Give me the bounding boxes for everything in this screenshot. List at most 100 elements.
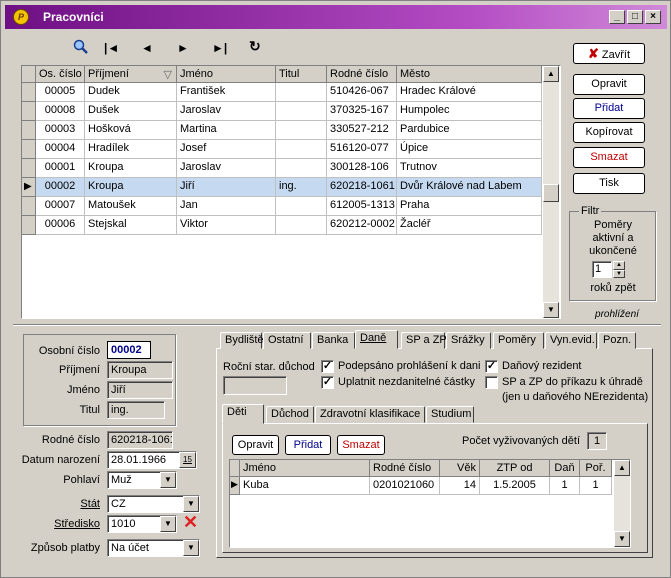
children-scrollbar[interactable]: ▲ ▼: [614, 460, 630, 547]
grid-cell[interactable]: 00002: [36, 178, 85, 197]
tab-1[interactable]: Bydliště: [220, 332, 264, 349]
rocni-field[interactable]: [223, 376, 287, 395]
uplatnit-checkbox[interactable]: ✓: [321, 376, 334, 389]
grid-cell[interactable]: 00008: [36, 102, 85, 121]
subtab-1[interactable]: Děti: [222, 404, 264, 424]
grid-cell[interactable]: Žacléř: [397, 216, 542, 235]
child-cell[interactable]: Kuba: [240, 477, 370, 495]
close-button[interactable]: ✘ Zavřít: [573, 43, 645, 64]
col-header-titul[interactable]: Titul: [276, 66, 327, 83]
child-cell[interactable]: 1: [580, 477, 612, 495]
grid-cell[interactable]: [276, 216, 327, 235]
add-button[interactable]: Přidat: [573, 98, 645, 119]
child-col-ztp[interactable]: ZTP od: [480, 460, 550, 477]
tab-3[interactable]: Banka: [312, 332, 355, 349]
grid-cell[interactable]: Trutnov: [397, 159, 542, 178]
row-selector[interactable]: [22, 102, 36, 121]
chevron-down-icon[interactable]: ▼: [160, 472, 176, 488]
grid-cell[interactable]: Jan: [177, 197, 276, 216]
grid-cell[interactable]: Kroupa: [85, 178, 177, 197]
child-cell[interactable]: 1: [550, 477, 580, 495]
years-input[interactable]: 1: [592, 261, 612, 278]
subtab-2[interactable]: Důchod: [266, 406, 314, 423]
col-header-rodne-cislo[interactable]: Rodné číslo: [327, 66, 397, 83]
grid-cell[interactable]: Viktor: [177, 216, 276, 235]
print-button[interactable]: Tisk: [573, 173, 645, 194]
grid-cell[interactable]: 370325-167: [327, 102, 397, 121]
grid-cell[interactable]: ing.: [276, 178, 327, 197]
child-cell[interactable]: 14: [440, 477, 480, 495]
row-selector[interactable]: [22, 159, 36, 178]
tab-5[interactable]: SP a ZP: [401, 332, 447, 349]
grid-cell[interactable]: Josef: [177, 140, 276, 159]
tab-6[interactable]: Srážky: [446, 332, 491, 349]
child-cell[interactable]: 1.5.2005: [480, 477, 550, 495]
grid-cell[interactable]: [276, 83, 327, 102]
col-header-prijmeni[interactable]: Příjmení ▽: [85, 66, 177, 83]
grid-cell[interactable]: 330527-212: [327, 121, 397, 140]
refresh-icon[interactable]: ↻: [249, 38, 261, 55]
scroll-down-icon[interactable]: ▼: [614, 531, 630, 547]
grid-cell[interactable]: 00003: [36, 121, 85, 140]
grid-cell[interactable]: 516120-077: [327, 140, 397, 159]
grid-cell[interactable]: 510426-067: [327, 83, 397, 102]
grid-cell[interactable]: 00006: [36, 216, 85, 235]
child-col-vek[interactable]: Věk: [440, 460, 480, 477]
subtab-4[interactable]: Studium: [426, 406, 474, 423]
grid-cell[interactable]: Kroupa: [85, 159, 177, 178]
delete-button[interactable]: Smazat: [573, 147, 645, 168]
grid-cell[interactable]: Jiří: [177, 178, 276, 197]
grid-cell[interactable]: Hradec Králové: [397, 83, 542, 102]
rodne-cislo-field[interactable]: 620218-1061: [107, 431, 173, 449]
prev-record-icon[interactable]: ◄: [141, 41, 153, 55]
calendar-icon[interactable]: 15: [179, 452, 196, 468]
scroll-up-icon[interactable]: ▲: [543, 66, 559, 82]
tab-7[interactable]: Poměry: [493, 332, 544, 349]
tab-8[interactable]: Vyn.evid.: [545, 332, 597, 349]
grid-cell[interactable]: Dušek: [85, 102, 177, 121]
col-header-jmeno[interactable]: Jméno: [177, 66, 276, 83]
stat-label[interactable]: Stát: [21, 498, 100, 510]
grid-cell[interactable]: František: [177, 83, 276, 102]
grid-cell[interactable]: Pardubice: [397, 121, 542, 140]
scroll-up-icon[interactable]: ▲: [614, 460, 630, 476]
tab-4[interactable]: Daně: [355, 330, 398, 349]
children-count-field[interactable]: 1: [587, 432, 607, 450]
child-delete-button[interactable]: Smazat: [337, 435, 385, 455]
os-cislo-value[interactable]: 00002: [107, 341, 151, 359]
col-header-os-cislo[interactable]: Os. číslo: [36, 66, 85, 83]
grid-cell[interactable]: Dvůr Králové nad Labem: [397, 178, 542, 197]
grid-cell[interactable]: Martina: [177, 121, 276, 140]
spin-down-icon[interactable]: ▼: [613, 270, 625, 278]
grid-cell[interactable]: Humpolec: [397, 102, 542, 121]
grid-cell[interactable]: Dudek: [85, 83, 177, 102]
row-selector[interactable]: [22, 83, 36, 102]
grid-cell[interactable]: 00005: [36, 83, 85, 102]
jmeno-field[interactable]: Jiří: [107, 381, 173, 399]
grid-cell[interactable]: 620218-1061: [327, 178, 397, 197]
row-selector[interactable]: [22, 140, 36, 159]
child-col-dan[interactable]: Daň: [550, 460, 580, 477]
chevron-down-icon[interactable]: ▼: [160, 516, 176, 532]
scroll-thumb[interactable]: [543, 184, 559, 202]
grid-cell[interactable]: 612005-1313: [327, 197, 397, 216]
edit-button[interactable]: Opravit: [573, 74, 645, 95]
next-record-icon[interactable]: ►: [177, 41, 189, 55]
chevron-down-icon[interactable]: ▼: [183, 540, 199, 556]
grid-cell[interactable]: Stejskal: [85, 216, 177, 235]
minimize-button[interactable]: _: [609, 10, 625, 24]
grid-cell[interactable]: 620212-0002: [327, 216, 397, 235]
rezident-checkbox[interactable]: ✓: [485, 360, 498, 373]
col-header-mesto[interactable]: Město: [397, 66, 542, 83]
find-icon[interactable]: [73, 39, 89, 58]
grid-cell[interactable]: Jaroslav: [177, 159, 276, 178]
first-record-icon[interactable]: |◄: [104, 41, 119, 55]
grid-cell[interactable]: Jaroslav: [177, 102, 276, 121]
clear-icon[interactable]: ✕: [183, 512, 198, 533]
grid-cell[interactable]: Matoušek: [85, 197, 177, 216]
chevron-down-icon[interactable]: ▼: [183, 496, 199, 512]
grid-cell[interactable]: 00001: [36, 159, 85, 178]
stredisko-label[interactable]: Středisko: [21, 518, 100, 530]
grid-cell[interactable]: [276, 140, 327, 159]
maximize-button[interactable]: □: [627, 10, 643, 24]
